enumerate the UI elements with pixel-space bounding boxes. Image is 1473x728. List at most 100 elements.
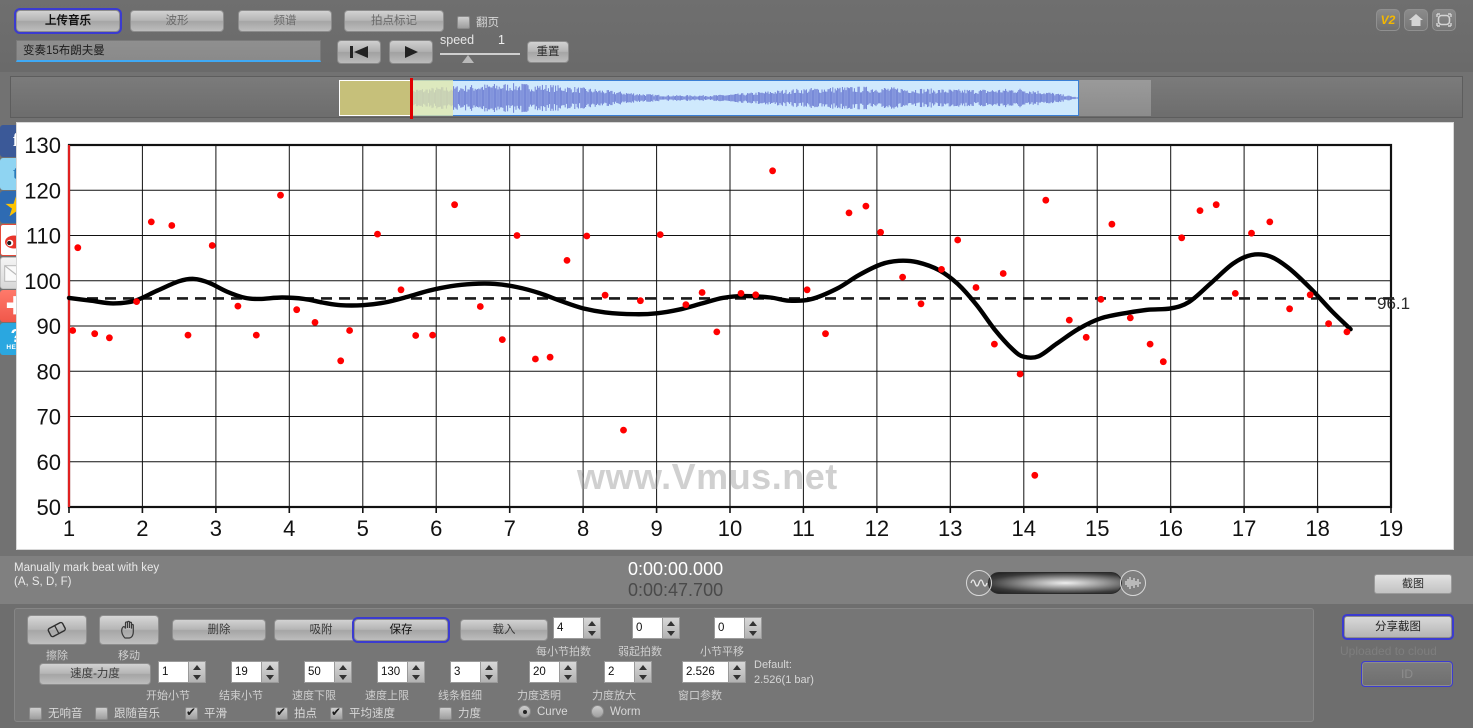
waveform-overview-strip[interactable]	[10, 76, 1463, 119]
tempo-chart-panel[interactable]: 50 60 70 80 90 100 110 120 130 1 2 3 4 5 6 7 8 9 10 11 12 13 1…	[16, 122, 1454, 550]
arrow-down-icon[interactable]	[339, 674, 347, 680]
tempo-chart[interactable]: 50607080901001101201301 2 3 4 5 6 7 8 9 10 11 12 13 1…	[17, 123, 1455, 551]
waveform-region[interactable]	[407, 80, 1079, 116]
curve-radio[interactable]	[518, 705, 531, 718]
home-icon[interactable]	[1404, 9, 1428, 31]
arrow-down-icon[interactable]	[733, 674, 741, 680]
spinner-line-width[interactable]: 3	[450, 661, 498, 683]
waveform-overview-inner[interactable]	[339, 78, 1151, 119]
checkbox-velocity[interactable]: 力度	[439, 705, 481, 721]
waveform-selection-highlight[interactable]	[411, 80, 453, 116]
tempo-max-arrows[interactable]	[407, 661, 425, 683]
volume-slider[interactable]	[966, 570, 1146, 596]
tempo-min-value[interactable]: 50	[304, 661, 334, 683]
line-width-value[interactable]: 3	[450, 661, 480, 683]
save-button[interactable]: 保存	[352, 617, 450, 643]
arrow-down-icon[interactable]	[564, 674, 572, 680]
bar-shift-arrows[interactable]	[744, 617, 762, 639]
line-width-arrows[interactable]	[480, 661, 498, 683]
speed-track[interactable]	[440, 53, 520, 55]
delete-button[interactable]: 删除	[172, 619, 266, 641]
spinner-window-param[interactable]: 2.526	[682, 661, 746, 683]
arrow-up-icon[interactable]	[339, 664, 347, 670]
arrow-up-icon[interactable]	[639, 664, 647, 670]
arrow-up-icon[interactable]	[588, 620, 596, 626]
start-bar-arrows[interactable]	[188, 661, 206, 683]
window-param-arrows[interactable]	[728, 661, 746, 683]
spinner-bar-shift[interactable]: 0	[714, 617, 762, 639]
arrow-up-icon[interactable]	[667, 620, 675, 626]
load-button[interactable]: 载入	[460, 619, 548, 641]
arrow-up-icon[interactable]	[412, 664, 420, 670]
arrow-up-icon[interactable]	[733, 664, 741, 670]
spinner-velocity-scale[interactable]: 2	[604, 661, 652, 683]
velocity-box[interactable]	[439, 706, 452, 720]
beats-per-bar-value[interactable]: 4	[553, 617, 583, 639]
beats-box[interactable]	[275, 705, 288, 720]
arrow-down-icon[interactable]	[639, 674, 647, 680]
waveform-playhead[interactable]	[410, 78, 413, 119]
low-volume-wave-icon[interactable]	[966, 570, 992, 596]
arrow-up-icon[interactable]	[266, 664, 274, 670]
radio-worm[interactable]: Worm	[591, 705, 640, 718]
end-bar-arrows[interactable]	[261, 661, 279, 683]
bar-shift-value[interactable]: 0	[714, 617, 744, 639]
file-name-field[interactable]: 变奏15布朗夫曼	[16, 40, 321, 62]
play-button[interactable]	[389, 40, 433, 64]
high-volume-wave-icon[interactable]	[1120, 570, 1146, 596]
arrow-down-icon[interactable]	[667, 630, 675, 636]
smooth-box[interactable]	[185, 705, 198, 720]
arrow-down-icon[interactable]	[193, 674, 201, 680]
tab-spectrum[interactable]: 频谱	[238, 10, 332, 32]
volume-knob[interactable]	[988, 572, 1122, 594]
checkbox-no-resonance[interactable]: 无响音	[29, 705, 83, 721]
start-bar-value[interactable]: 1	[158, 661, 188, 683]
checkbox-beats[interactable]: 拍点	[275, 705, 317, 721]
end-bar-value[interactable]: 19	[231, 661, 261, 683]
screenshot-button[interactable]: 截图	[1374, 574, 1452, 594]
spinner-tempo-min[interactable]: 50	[304, 661, 352, 683]
pickup-beats-arrows[interactable]	[662, 617, 680, 639]
page-flip-checkbox-box[interactable]	[457, 15, 470, 29]
checkbox-smooth[interactable]: 平滑	[185, 705, 227, 721]
reset-button[interactable]: 重置	[527, 41, 569, 63]
worm-radio[interactable]	[591, 705, 604, 718]
fullscreen-icon[interactable]	[1432, 9, 1456, 31]
checkbox-avg-tempo[interactable]: 平均速度	[330, 705, 395, 721]
arrow-up-icon[interactable]	[193, 664, 201, 670]
checkbox-page-flip[interactable]: 翻页	[457, 14, 499, 30]
spinner-beats-per-bar[interactable]: 4	[553, 617, 601, 639]
spinner-end-bar[interactable]: 19	[231, 661, 279, 683]
rewind-button[interactable]	[337, 40, 381, 64]
erase-tool-button[interactable]	[27, 615, 87, 645]
velocity-scale-arrows[interactable]	[634, 661, 652, 683]
spinner-pickup-beats[interactable]: 0	[632, 617, 680, 639]
arrow-up-icon[interactable]	[564, 664, 572, 670]
follow-music-box[interactable]	[95, 706, 108, 720]
move-tool-button[interactable]	[99, 615, 159, 645]
arrow-up-icon[interactable]	[485, 664, 493, 670]
arrow-down-icon[interactable]	[588, 630, 596, 636]
tab-beat-marks[interactable]: 拍点标记	[344, 10, 444, 32]
beats-per-bar-arrows[interactable]	[583, 617, 601, 639]
tempo-max-value[interactable]: 130	[377, 661, 407, 683]
v2-badge-icon[interactable]: V2	[1376, 9, 1400, 31]
arrow-down-icon[interactable]	[485, 674, 493, 680]
tab-waveform[interactable]: 波形	[130, 10, 224, 32]
arrow-down-icon[interactable]	[266, 674, 274, 680]
spinner-tempo-max[interactable]: 130	[377, 661, 425, 683]
radio-curve[interactable]: Curve	[518, 705, 568, 718]
speed-thumb[interactable]	[462, 55, 474, 63]
tempo-velocity-button[interactable]: 速度-力度	[39, 663, 151, 685]
window-param-value[interactable]: 2.526	[682, 661, 728, 683]
tab-upload-music[interactable]: 上传音乐	[14, 8, 122, 34]
avg-tempo-box[interactable]	[330, 705, 343, 720]
tempo-min-arrows[interactable]	[334, 661, 352, 683]
spinner-start-bar[interactable]: 1	[158, 661, 206, 683]
spinner-velocity-alpha[interactable]: 20	[529, 661, 577, 683]
share-id-field[interactable]: ID	[1361, 661, 1453, 687]
velocity-scale-value[interactable]: 2	[604, 661, 634, 683]
checkbox-follow-music[interactable]: 跟随音乐	[95, 705, 160, 721]
no-resonance-box[interactable]	[29, 706, 42, 720]
pickup-beats-value[interactable]: 0	[632, 617, 662, 639]
